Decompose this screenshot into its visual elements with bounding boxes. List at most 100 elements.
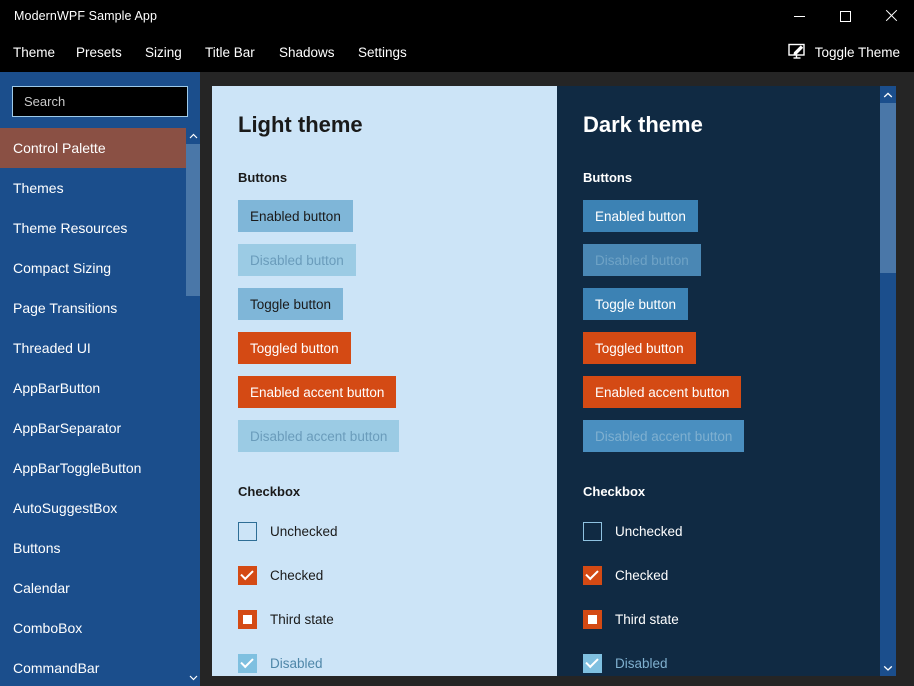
toggle-theme-button[interactable]: Toggle Theme: [788, 33, 900, 72]
control-palette-content: Light theme Buttons Enabled button Disab…: [212, 86, 896, 676]
checkbox-row-disabled-dark: Disabled: [583, 654, 668, 673]
sidebar-item-label: AppBarButton: [13, 380, 100, 396]
enabled-button-dark[interactable]: Enabled button: [583, 200, 698, 232]
toggled-button-light[interactable]: Toggled button: [238, 332, 351, 364]
title-bar: ModernWPF Sample App: [0, 0, 914, 33]
sidebar-item-threaded-ui[interactable]: Threaded UI: [0, 328, 186, 368]
sidebar-item-label: ComboBox: [13, 620, 82, 636]
search-input[interactable]: [13, 94, 200, 109]
checkbox-unchecked-icon[interactable]: [238, 522, 257, 541]
minimize-icon: [794, 16, 805, 17]
checkbox-checked-disabled-icon: [238, 654, 257, 673]
square-glyph-icon: [243, 615, 252, 624]
sidebar-scrollbar[interactable]: [186, 128, 200, 686]
sidebar-item-calendar[interactable]: Calendar: [0, 568, 186, 608]
checkmark-icon: [585, 655, 598, 668]
sidebar-item-theme-resources[interactable]: Theme Resources: [0, 208, 186, 248]
sidebar-item-label: CommandBar: [13, 660, 99, 676]
sidebar-item-label: Theme Resources: [13, 220, 127, 236]
enabled-button-light[interactable]: Enabled button: [238, 200, 353, 232]
dark-theme-panel: Dark theme Buttons Enabled button Disabl…: [557, 86, 896, 676]
sidebar-item-buttons[interactable]: Buttons: [0, 528, 186, 568]
sidebar-item-compact-sizing[interactable]: Compact Sizing: [0, 248, 186, 288]
checkbox-row-third-state-dark[interactable]: Third state: [583, 610, 679, 629]
checkbox-label: Unchecked: [270, 524, 338, 539]
sidebar-scroll-up-button[interactable]: [186, 128, 200, 144]
minimize-button[interactable]: [776, 0, 822, 32]
enabled-accent-button-light[interactable]: Enabled accent button: [238, 376, 396, 408]
sidebar-item-label: Calendar: [13, 580, 70, 596]
maximize-button[interactable]: [822, 0, 868, 32]
navigation-pane: Control Palette Themes Theme Resources C…: [0, 72, 200, 686]
menu-item-shadows[interactable]: Shadows: [279, 33, 335, 72]
menu-item-theme[interactable]: Theme: [13, 33, 55, 72]
checkbox-row-third-state-light[interactable]: Third state: [238, 610, 334, 629]
disabled-accent-button-light: Disabled accent button: [238, 420, 399, 452]
sidebar-item-control-palette[interactable]: Control Palette: [0, 128, 186, 168]
checkbox-label: Unchecked: [615, 524, 683, 539]
checkbox-indeterminate-icon[interactable]: [583, 610, 602, 629]
sidebar-item-appbartogglebutton[interactable]: AppBarToggleButton: [0, 448, 186, 488]
sidebar-item-appbarbutton[interactable]: AppBarButton: [0, 368, 186, 408]
enabled-accent-button-dark[interactable]: Enabled accent button: [583, 376, 741, 408]
close-button[interactable]: [868, 0, 914, 32]
checkbox-row-checked-light[interactable]: Checked: [238, 566, 323, 585]
checkbox-row-checked-dark[interactable]: Checked: [583, 566, 668, 585]
sidebar-item-label: Threaded UI: [13, 340, 91, 356]
disabled-button-light: Disabled button: [238, 244, 356, 276]
light-theme-panel: Light theme Buttons Enabled button Disab…: [212, 86, 557, 676]
monitor-pen-icon: [788, 43, 807, 63]
main-scroll-down-button[interactable]: [880, 659, 896, 676]
sidebar-item-combobox[interactable]: ComboBox: [0, 608, 186, 648]
sidebar-item-autosuggestbox[interactable]: AutoSuggestBox: [0, 488, 186, 528]
checkbox-checked-icon[interactable]: [238, 566, 257, 585]
menu-item-sizing[interactable]: Sizing: [145, 33, 182, 72]
toggle-button-dark[interactable]: Toggle button: [583, 288, 688, 320]
checkbox-label: Checked: [270, 568, 323, 583]
sidebar-item-label: Page Transitions: [13, 300, 117, 316]
toggled-button-dark[interactable]: Toggled button: [583, 332, 696, 364]
main-scrollbar-thumb[interactable]: [880, 103, 896, 273]
section-header-checkbox-light: Checkbox: [238, 484, 300, 499]
sidebar-item-commandbar[interactable]: CommandBar: [0, 648, 186, 686]
disabled-button-dark: Disabled button: [583, 244, 701, 276]
sidebar-item-label: AppBarToggleButton: [13, 460, 141, 476]
page-title-dark: Dark theme: [583, 112, 703, 138]
app-title: ModernWPF Sample App: [14, 9, 157, 23]
checkbox-indeterminate-icon[interactable]: [238, 610, 257, 629]
section-header-buttons-dark: Buttons: [583, 170, 632, 185]
main-scroll-up-button[interactable]: [880, 86, 896, 103]
toggle-button-light[interactable]: Toggle button: [238, 288, 343, 320]
section-header-buttons-light: Buttons: [238, 170, 287, 185]
sidebar-item-page-transitions[interactable]: Page Transitions: [0, 288, 186, 328]
checkbox-row-unchecked-dark[interactable]: Unchecked: [583, 522, 683, 541]
menu-bar: Theme Presets Sizing Title Bar Shadows S…: [0, 33, 914, 72]
checkbox-label: Third state: [270, 612, 334, 627]
search-box[interactable]: [12, 86, 188, 117]
checkbox-row-unchecked-light[interactable]: Unchecked: [238, 522, 338, 541]
checkmark-icon: [240, 567, 253, 580]
checkbox-label: Disabled: [615, 656, 668, 671]
sidebar-item-themes[interactable]: Themes: [0, 168, 186, 208]
toggle-theme-label: Toggle Theme: [815, 45, 900, 60]
disabled-accent-button-dark: Disabled accent button: [583, 420, 744, 452]
sidebar-item-label: Buttons: [13, 540, 60, 556]
menu-item-presets[interactable]: Presets: [76, 33, 122, 72]
checkmark-icon: [240, 655, 253, 668]
sidebar-scroll-down-button[interactable]: [186, 670, 200, 686]
section-header-checkbox-dark: Checkbox: [583, 484, 645, 499]
menu-item-settings[interactable]: Settings: [358, 33, 407, 72]
main-scrollbar[interactable]: [880, 86, 896, 676]
checkbox-checked-icon[interactable]: [583, 566, 602, 585]
sidebar-scrollbar-thumb[interactable]: [186, 144, 200, 296]
sidebar-item-appbarseparator[interactable]: AppBarSeparator: [0, 408, 186, 448]
page-title-light: Light theme: [238, 112, 363, 138]
checkbox-unchecked-icon[interactable]: [583, 522, 602, 541]
sidebar-item-label: AppBarSeparator: [13, 420, 121, 436]
menu-item-title-bar[interactable]: Title Bar: [205, 33, 255, 72]
square-glyph-icon: [588, 615, 597, 624]
navigation-list[interactable]: Control Palette Themes Theme Resources C…: [0, 128, 200, 686]
app-window: ModernWPF Sample App Theme Presets Sizin…: [0, 0, 914, 686]
close-icon: [885, 10, 897, 22]
checkbox-checked-disabled-icon: [583, 654, 602, 673]
